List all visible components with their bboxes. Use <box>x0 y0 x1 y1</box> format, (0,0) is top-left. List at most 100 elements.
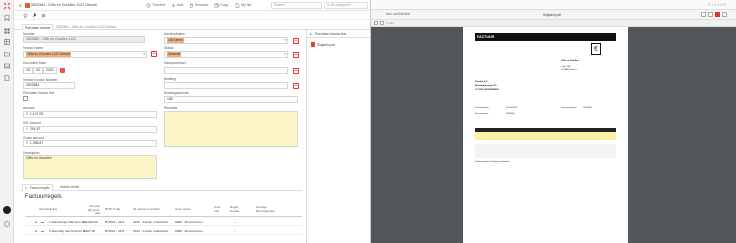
back-icon[interactable] <box>18 3 23 8</box>
meta-ref-value: 2823384 <box>506 113 515 115</box>
boeking-add-button[interactable]: + <box>293 83 299 89</box>
copy-button[interactable]: Copy <box>220 3 228 8</box>
pin-icon[interactable] <box>32 13 37 18</box>
date-month-field[interactable]: 03 <box>33 67 43 74</box>
gross-value: 1,398.87 <box>29 141 44 145</box>
vendor-name-field[interactable]: Giffo en Goudlen 1122 Utrecht ▾ <box>23 51 147 58</box>
meta-date-label: Factuurdatum: <box>475 107 490 109</box>
vat-amount-field[interactable]: €291.87 <box>23 126 157 133</box>
tab-purchase-invoice[interactable]: Purchase Invoice <box>22 24 54 30</box>
amount-field[interactable]: €1,107.05 <box>23 111 157 118</box>
timeline-icon[interactable] <box>146 3 151 8</box>
vendor-add-button[interactable]: + <box>151 51 157 57</box>
gross-amount-field[interactable]: €1,398.87 <box>23 140 157 147</box>
check-icon: ✓ <box>234 229 237 233</box>
sender-line2: Laan 188 <box>561 66 571 68</box>
star-icon[interactable] <box>23 13 28 18</box>
status-add-button[interactable]: + <box>293 52 299 58</box>
table-row[interactable]: ● ▬ 1 Recentlly aan M blocs nu... € 107.… <box>25 227 302 235</box>
vendor-name-label: Vendor Name <box>23 46 44 50</box>
boeking-field[interactable] <box>164 82 288 89</box>
row-cost-center: 0908 - Monumenten <box>175 220 203 224</box>
attachment-link[interactable]: Sidjadim.pdf <box>317 43 335 47</box>
download-button[interactable] <box>715 12 720 17</box>
bookmark-icon[interactable] <box>4 15 10 21</box>
col-overige: Overige Bezorgkosten <box>256 205 275 213</box>
col-regel: Regel creatie <box>230 205 240 213</box>
amount-label: Amount <box>23 106 35 110</box>
add-icon[interactable] <box>171 3 176 8</box>
add-button[interactable]: Add <box>177 3 183 8</box>
file-icon[interactable] <box>235 3 240 8</box>
status-field[interactable]: Verwerkt ▾ <box>164 51 288 58</box>
purchase-invoice-line-checkbox[interactable] <box>23 96 28 101</box>
tab-hidden-fields[interactable]: Hidden fields <box>58 184 81 191</box>
col-amount: Amount (€) (excl. vat) <box>87 204 100 216</box>
col-btw: BTW Code <box>105 207 121 211</box>
tab-factuurregels[interactable]: 2 - Factuurregels <box>22 184 53 191</box>
vat-value: 291.87 <box>29 127 41 131</box>
col-gl: GL account number <box>133 207 161 211</box>
drag-handle-icon[interactable]: ▬ <box>41 229 44 233</box>
vendor-invoice-number-field[interactable]: 2823384 <box>23 82 75 89</box>
drag-handle-icon[interactable]: ▬ <box>41 220 44 224</box>
date-day-field[interactable]: 18 <box>23 67 33 74</box>
next-page-button[interactable] <box>380 21 384 25</box>
description-field[interactable]: Giffo en Goudlen <box>23 155 157 179</box>
row-amount: € 1,000.00 <box>83 220 98 224</box>
zoom-out-button[interactable] <box>701 12 706 17</box>
app-logo-icon[interactable] <box>3 2 11 10</box>
grid-icon[interactable] <box>4 28 10 34</box>
invoice-footer-note: Gelieve binnen 30 dagen te betalen <box>475 161 510 163</box>
viewer-top-bar: FILEAIRE <box>371 0 736 10</box>
euro-logo-icon: € <box>591 43 601 55</box>
invoice-heading: FACTUUR <box>475 33 616 41</box>
pdf-page: FACTUUR € Giffo en Goudlen Laan 188 1234… <box>463 27 628 243</box>
confidentiality-tab[interactable]: Non confidential <box>386 12 410 16</box>
document-icon[interactable] <box>4 75 10 81</box>
menu-button[interactable] <box>722 12 727 17</box>
settings-icon[interactable] <box>41 13 46 18</box>
inkoopcontract-field[interactable] <box>164 67 288 74</box>
amount-currency: € <box>26 112 28 116</box>
table-row[interactable]: ● ▬ 1 Reischeque 500 euro bon... € 1,000… <box>25 218 302 226</box>
category-select[interactable]: In all categories <box>324 2 368 9</box>
factuurregels-header: Omschrijving Amount (€) (excl. vat) BTW … <box>25 203 302 217</box>
user-avatar[interactable] <box>3 206 11 214</box>
inkoopcontract-add-button[interactable]: + <box>293 68 299 74</box>
inbox-icon[interactable] <box>4 63 10 69</box>
document-date-label: Document Date <box>23 61 46 65</box>
zoom-in-button[interactable] <box>708 12 713 17</box>
status-value: Verwerkt <box>167 52 182 57</box>
administration-field[interactable]: 100 Demo ▾ <box>164 37 288 44</box>
col-cost-center: Cost center <box>175 207 191 211</box>
remove-button[interactable]: Remove <box>195 3 208 8</box>
search-input[interactable]: Search <box>271 2 322 9</box>
purchase-invoice-line-label: Purchase Invoice line <box>23 91 55 95</box>
trash-icon[interactable] <box>189 3 194 8</box>
help-icon[interactable] <box>4 221 10 227</box>
administration-add-button[interactable]: + <box>293 38 299 44</box>
timeline-button[interactable]: Timeline <box>152 3 165 8</box>
boekingsperiode-field[interactable]: 185 <box>164 96 298 103</box>
view-icon[interactable]: ● <box>35 220 37 224</box>
prev-page-button[interactable] <box>374 21 378 25</box>
vendor-name-value: Giffo en Goudlen 1122 Utrecht <box>26 52 71 57</box>
boeking-label: Boeking <box>164 77 176 81</box>
view-icon[interactable]: ● <box>35 229 37 233</box>
recipient-street: Blokkadijkerweg 175 <box>475 85 497 87</box>
copy-icon[interactable] <box>214 3 219 8</box>
calendar-icon[interactable] <box>60 68 65 73</box>
row-btw: BTW21 - 21% <box>105 220 125 224</box>
chevron-down-icon[interactable]: ▾ <box>284 52 286 57</box>
chevron-down-icon[interactable]: ▾ <box>143 52 145 57</box>
remarks-field[interactable] <box>164 111 298 147</box>
table-icon[interactable] <box>4 39 10 45</box>
date-year-field[interactable]: 2022 <box>43 67 57 74</box>
factuurregels-title: Factuurregels <box>25 194 62 200</box>
meta-ref-label: Uw referentie: <box>475 113 489 115</box>
folder-icon[interactable] <box>4 51 10 57</box>
my-file-button[interactable]: My file <box>241 3 251 8</box>
panel-toggle-icon[interactable]: ▸ <box>310 32 312 36</box>
chevron-down-icon[interactable]: ▾ <box>284 38 286 43</box>
